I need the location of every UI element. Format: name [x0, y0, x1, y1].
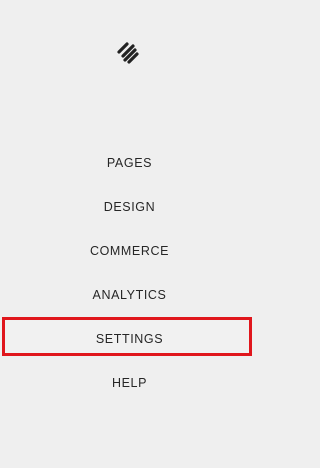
- sidebar-item-design[interactable]: DESIGN: [0, 199, 259, 215]
- sidebar-item-analytics[interactable]: ANALYTICS: [0, 287, 259, 303]
- sidebar-item-settings[interactable]: SETTINGS: [0, 331, 259, 347]
- sidebar-item-label: ANALYTICS: [92, 288, 167, 302]
- squarespace-logo-icon[interactable]: [115, 40, 141, 66]
- sidebar-item-label: COMMERCE: [89, 244, 170, 258]
- sidebar-item-label: HELP: [111, 376, 148, 390]
- sidebar-item-help[interactable]: HELP: [0, 375, 259, 391]
- sidebar-item-pages[interactable]: PAGES: [0, 155, 259, 171]
- sidebar-item-label: DESIGN: [103, 200, 156, 214]
- sidebar-item-label: SETTINGS: [95, 332, 164, 346]
- sidebar-item-label: PAGES: [106, 156, 153, 170]
- sidebar-item-commerce[interactable]: COMMERCE: [0, 243, 259, 259]
- sidebar: PAGES DESIGN COMMERCE ANALYTICS SETTINGS…: [0, 0, 259, 468]
